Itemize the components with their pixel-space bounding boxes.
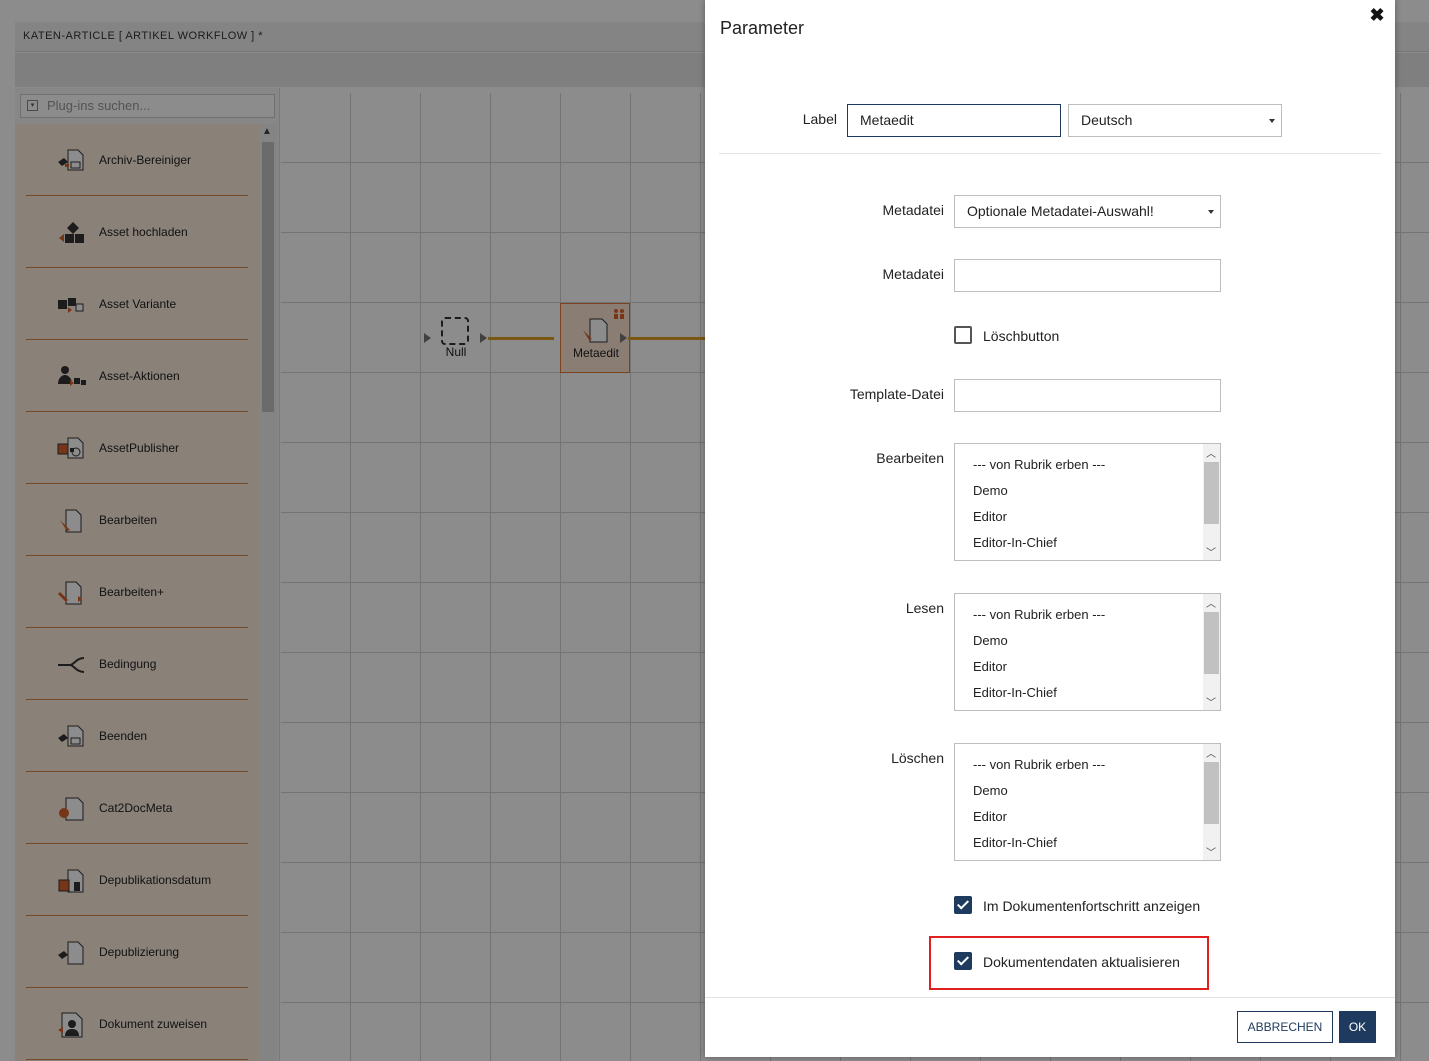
scroll-up-icon[interactable]: ︿ bbox=[1206, 445, 1216, 460]
label-field-label: Label bbox=[802, 111, 837, 127]
divider bbox=[719, 153, 1381, 154]
list-item[interactable]: Editor-In-Chief bbox=[973, 535, 1057, 550]
loeschbutton-checkbox[interactable] bbox=[954, 326, 972, 344]
close-icon[interactable]: ✖ bbox=[1367, 5, 1387, 25]
listbox-scrollbar[interactable]: ︿ ﹀ bbox=[1203, 594, 1220, 710]
loeschen-label: Löschen bbox=[891, 750, 944, 766]
bearbeiten-listbox[interactable]: --- von Rubrik erben --- Demo Editor Edi… bbox=[954, 443, 1221, 561]
ok-button[interactable]: OK bbox=[1339, 1011, 1376, 1043]
metadatei-select-label: Metadatei bbox=[882, 202, 944, 218]
lesen-label: Lesen bbox=[905, 600, 944, 616]
parameter-dialog: Parameter ✖ Label Metaedit Deutsch Metad… bbox=[705, 0, 1395, 1057]
metadatei-select-value: Optionale Metadatei-Auswahl! bbox=[967, 203, 1154, 219]
list-item[interactable]: Demo bbox=[973, 633, 1008, 648]
template-file-label: Template-Datei bbox=[849, 386, 944, 402]
metadatei-select[interactable]: Optionale Metadatei-Auswahl! bbox=[954, 195, 1221, 228]
scroll-down-icon[interactable]: ﹀ bbox=[1206, 694, 1216, 709]
update-docdata-checkbox[interactable] bbox=[954, 952, 972, 970]
list-item[interactable]: --- von Rubrik erben --- bbox=[973, 457, 1105, 472]
list-item[interactable]: Editor-In-Chief bbox=[973, 835, 1057, 850]
scroll-up-icon[interactable]: ︿ bbox=[1206, 745, 1216, 760]
language-select[interactable]: Deutsch bbox=[1068, 104, 1282, 137]
label-input[interactable]: Metaedit bbox=[847, 104, 1061, 137]
show-progress-label: Im Dokumentenfortschritt anzeigen bbox=[983, 898, 1201, 914]
scrollbar-thumb[interactable] bbox=[1204, 462, 1219, 524]
cancel-button[interactable]: ABBRECHEN bbox=[1237, 1011, 1333, 1043]
metadatei-input-label: Metadatei bbox=[882, 266, 944, 282]
listbox-scrollbar[interactable]: ︿ ﹀ bbox=[1203, 444, 1220, 560]
loeschbutton-label: Löschbutton bbox=[983, 328, 1060, 344]
list-item[interactable]: Editor-In-Chief bbox=[973, 685, 1057, 700]
list-item[interactable]: Editor bbox=[973, 659, 1007, 674]
dialog-title: Parameter bbox=[720, 18, 805, 38]
scroll-up-icon[interactable]: ︿ bbox=[1206, 595, 1216, 610]
chevron-down-icon bbox=[1269, 119, 1275, 123]
list-item[interactable]: Demo bbox=[973, 483, 1008, 498]
loeschen-listbox[interactable]: --- von Rubrik erben --- Demo Editor Edi… bbox=[954, 743, 1221, 861]
scroll-down-icon[interactable]: ﹀ bbox=[1206, 544, 1216, 559]
scrollbar-thumb[interactable] bbox=[1204, 762, 1219, 824]
metadatei-input[interactable] bbox=[954, 259, 1221, 292]
lesen-listbox[interactable]: --- von Rubrik erben --- Demo Editor Edi… bbox=[954, 593, 1221, 711]
scroll-down-icon[interactable]: ﹀ bbox=[1206, 844, 1216, 859]
list-item[interactable]: --- von Rubrik erben --- bbox=[973, 607, 1105, 622]
listbox-scrollbar[interactable]: ︿ ﹀ bbox=[1203, 744, 1220, 860]
update-docdata-label: Dokumentendaten aktualisieren bbox=[983, 954, 1180, 970]
language-select-value: Deutsch bbox=[1081, 112, 1133, 128]
chevron-down-icon bbox=[1208, 210, 1214, 214]
divider bbox=[705, 997, 1395, 998]
bearbeiten-label: Bearbeiten bbox=[876, 450, 944, 466]
list-item[interactable]: Editor bbox=[973, 509, 1007, 524]
scrollbar-thumb[interactable] bbox=[1204, 612, 1219, 674]
template-file-input[interactable] bbox=[954, 379, 1221, 412]
list-item[interactable]: Demo bbox=[973, 783, 1008, 798]
show-progress-checkbox[interactable] bbox=[954, 896, 972, 914]
list-item[interactable]: Editor bbox=[973, 809, 1007, 824]
list-item[interactable]: --- von Rubrik erben --- bbox=[973, 757, 1105, 772]
